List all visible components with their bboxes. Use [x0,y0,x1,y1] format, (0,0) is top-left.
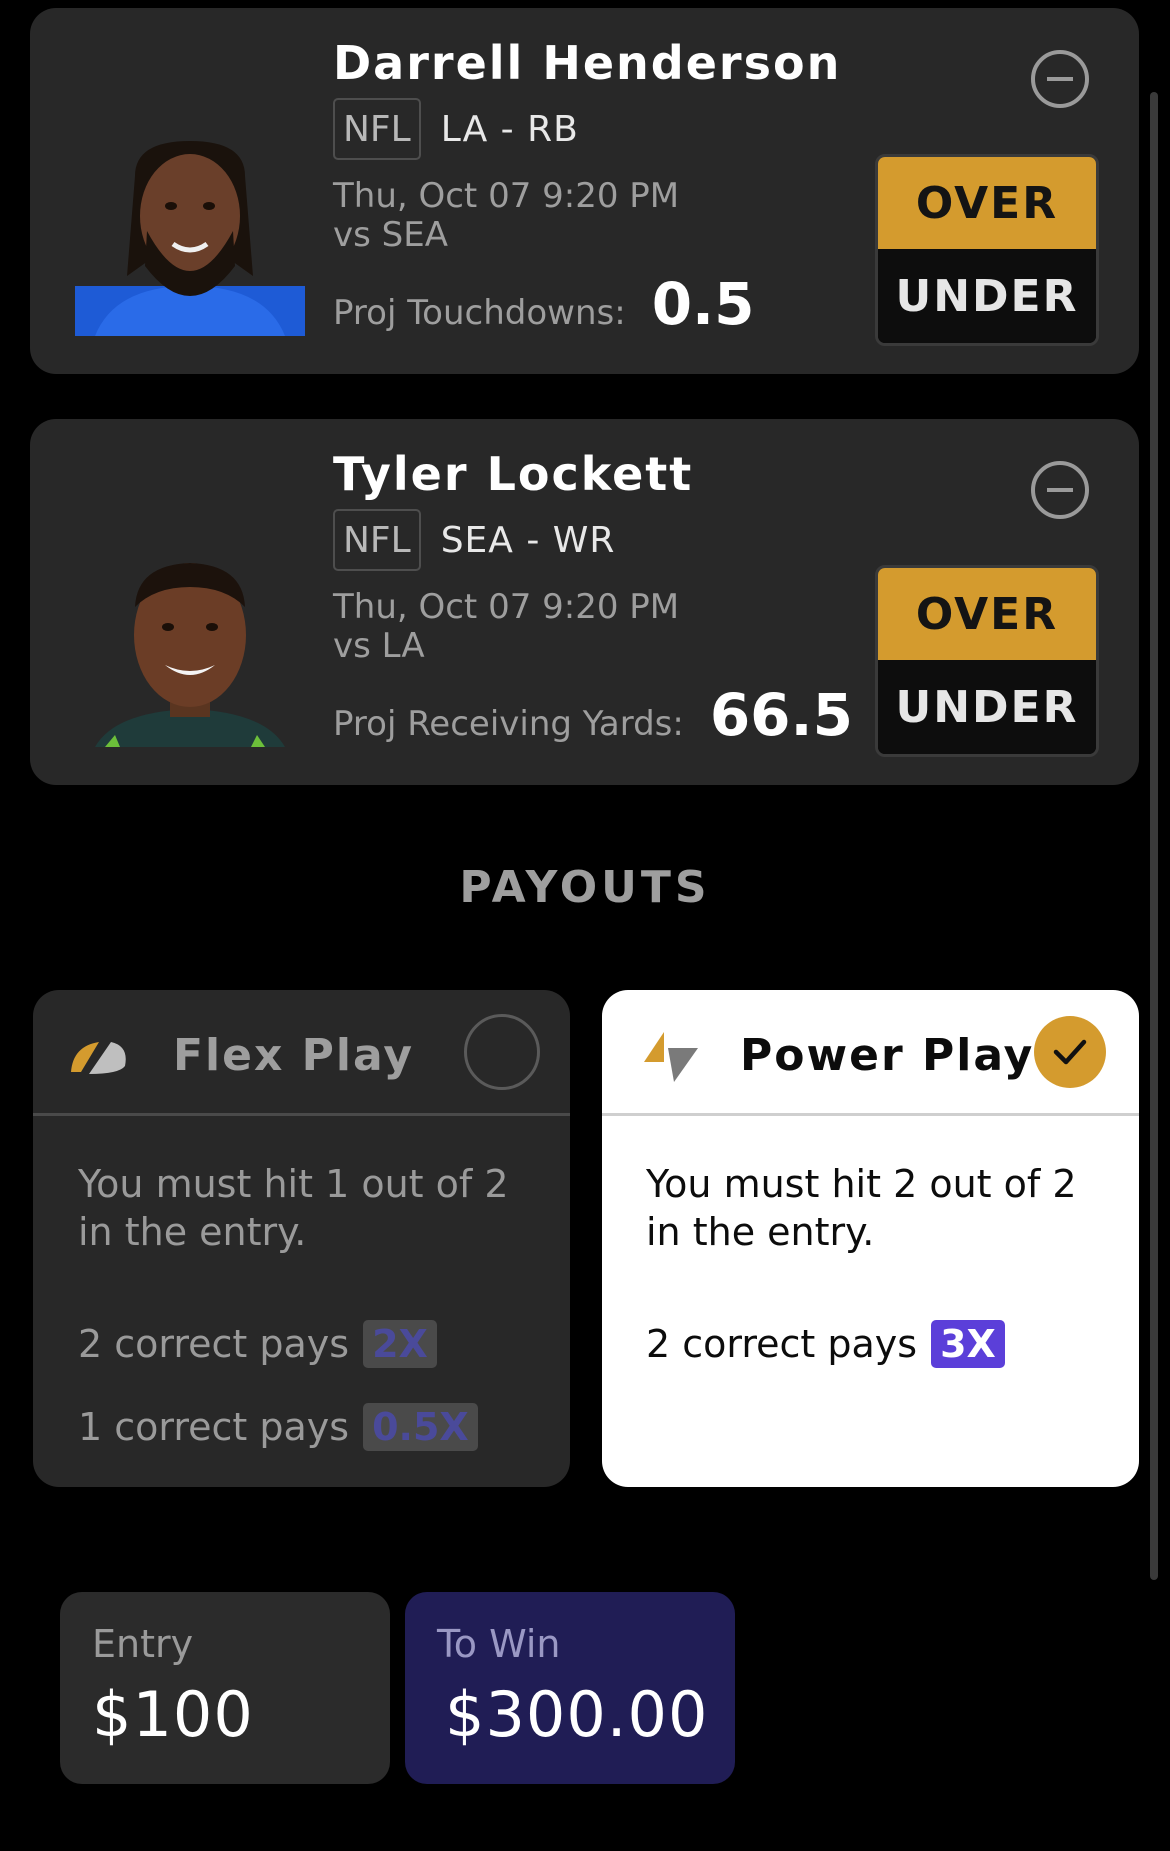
power-play-header: Power Play [602,990,1139,1116]
flex-play-icon [71,1042,126,1074]
payout-line: 2 correct pays 2X [78,1320,437,1368]
projection: Proj Receiving Yards: 66.5 [333,681,853,749]
flex-play-description: You must hit 1 out of 2 in the entry. [78,1162,509,1254]
player-meta: NFL LA - RB [333,98,579,160]
under-button[interactable]: UNDER [878,660,1096,754]
league-badge: NFL [333,509,421,571]
over-under-toggle: OVER UNDER [875,154,1099,346]
payout-multiplier: 3X [931,1320,1005,1368]
power-play-icon [644,1032,698,1082]
scrollbar[interactable] [1150,92,1158,1580]
player-headshot [75,136,305,336]
over-button[interactable]: OVER [878,568,1096,660]
entry-value: $100 [92,1678,254,1751]
payout-line-text: 1 correct pays [78,1405,350,1449]
payout-line-text: 2 correct pays [646,1322,918,1366]
game-time: Thu, Oct 07 9:20 PM [333,176,680,216]
flex-play-option[interactable]: Flex Play You must hit 1 out of 2 in the… [33,990,570,1487]
power-play-option[interactable]: Power Play You must hit 2 out of 2 in th… [602,990,1139,1487]
payouts-heading: PAYOUTS [459,862,711,913]
to-win-display: To Win $300.00 [405,1592,735,1784]
power-play-check-icon[interactable] [1034,1016,1106,1088]
to-win-value: $300.00 [445,1678,709,1751]
payout-multiplier: 2X [363,1320,437,1368]
player-meta: NFL SEA - WR [333,509,615,571]
projection-label: Proj Receiving Yards: [333,704,684,744]
player-card: Tyler Lockett NFL SEA - WR Thu, Oct 07 9… [30,419,1139,785]
game-opponent: vs LA [333,626,425,666]
payout-line: 2 correct pays 3X [646,1320,1005,1368]
game-opponent: vs SEA [333,215,448,255]
team-position: SEA - WR [440,519,616,561]
flex-play-radio[interactable] [464,1014,540,1090]
power-play-description: You must hit 2 out of 2 in the entry. [646,1162,1077,1254]
game-time: Thu, Oct 07 9:20 PM [333,587,680,627]
flex-play-header: Flex Play [33,990,570,1116]
under-button[interactable]: UNDER [878,249,1096,343]
flex-play-title: Flex Play [173,1030,415,1081]
league-badge: NFL [333,98,421,160]
projection: Proj Touchdowns: 0.5 [333,270,754,338]
projection-value: 0.5 [651,270,755,338]
payout-line-text: 2 correct pays [78,1322,350,1366]
remove-pick-icon[interactable] [1031,50,1089,108]
power-play-title: Power Play [740,1030,1035,1081]
player-name: Darrell Henderson [333,36,842,90]
team-position: LA - RB [440,108,579,150]
payout-line: 1 correct pays 0.5X [78,1403,478,1451]
player-headshot [75,547,305,747]
player-card: Darrell Henderson NFL LA - RB Thu, Oct 0… [30,8,1139,374]
to-win-label: To Win [437,1622,561,1666]
payout-multiplier: 0.5X [363,1403,478,1451]
pick-entry-screen: Darrell Henderson NFL LA - RB Thu, Oct 0… [0,0,1170,1851]
projection-value: 66.5 [709,681,853,749]
remove-pick-icon[interactable] [1031,461,1089,519]
player-name: Tyler Lockett [333,447,694,501]
entry-label: Entry [92,1622,194,1666]
projection-label: Proj Touchdowns: [333,293,626,333]
over-under-toggle: OVER UNDER [875,565,1099,757]
over-button[interactable]: OVER [878,157,1096,249]
entry-amount-field[interactable]: Entry $100 [60,1592,390,1784]
